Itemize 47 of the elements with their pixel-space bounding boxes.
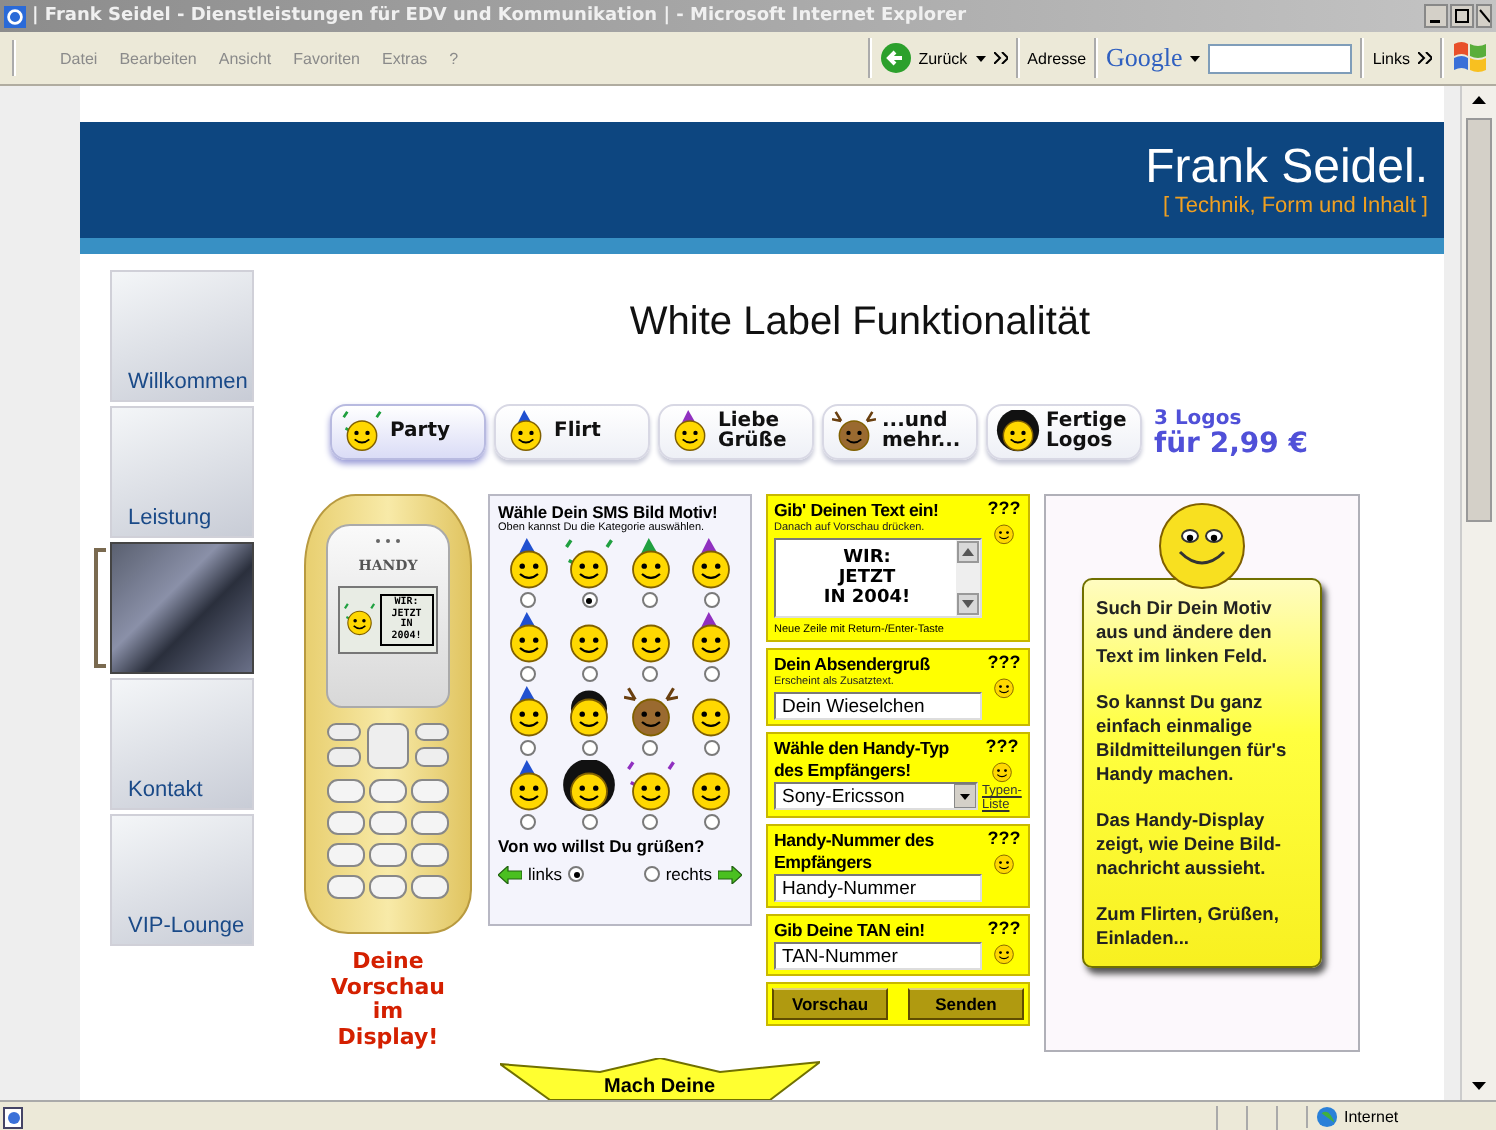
- nav-tile[interactable]: Leistung: [110, 406, 254, 538]
- site-tagline: [ Technik, Form und Inhalt ]: [1163, 194, 1428, 218]
- help-text[interactable]: ???: [987, 500, 1021, 518]
- offer-text: 3 Logos: [1154, 408, 1244, 430]
- direction-label: rechts: [665, 864, 712, 884]
- nav-tile[interactable]: VIP-Lounge: [110, 814, 254, 946]
- direction-question: Von wo willst Du grüßen?: [498, 836, 707, 856]
- section-title: Handy-Nummer des Empfängers: [774, 830, 936, 874]
- preview-caption: Deine Vorschau im Display!: [330, 950, 446, 1050]
- motif-title: Wähle Dein SMS Bild Motiv!: [498, 502, 720, 522]
- help-text[interactable]: ???: [987, 654, 1021, 672]
- section-title: Gib' Deinen Text ein!: [774, 500, 941, 522]
- help-text[interactable]: ???: [987, 920, 1021, 938]
- category-tab[interactable]: Liebe Grüße: [658, 404, 814, 460]
- window-title: | Frank Seidel - Dienstleistungen für EDV und Kommunikation | - Microsoft Internet Explorer: [32, 6, 969, 26]
- banner-text: Mach Deine: [604, 1076, 716, 1098]
- site-title: Frank Seidel.: [1145, 142, 1428, 194]
- nav-tile[interactable]: Willkommen: [110, 270, 254, 402]
- direction-label: links: [528, 864, 563, 884]
- text-field[interactable]: Handy-Nummer: [774, 874, 982, 902]
- back-button[interactable]: Zurück: [880, 42, 968, 74]
- offer-price: für 2,99 €: [1154, 432, 1308, 456]
- help-text[interactable]: ???: [987, 830, 1021, 848]
- dropdown-field[interactable]: Sony-Ericsson: [774, 782, 978, 810]
- info-paragraph: Zum Flirten, Grüßen, Einladen...: [1096, 902, 1281, 950]
- category-tab[interactable]: ...und mehr...: [822, 404, 978, 460]
- zone-label: Internet: [1344, 1108, 1399, 1126]
- form-button[interactable]: Senden: [908, 988, 1024, 1020]
- info-paragraph: Das Handy-Display zeigt, wie Deine Bild-nachricht aussieht.: [1096, 808, 1283, 880]
- category-tab[interactable]: Flirt: [494, 404, 650, 460]
- section-title: Gib Deine TAN ein!: [774, 920, 927, 942]
- page-heading: White Label Funktionalität: [629, 300, 1091, 344]
- links-label[interactable]: Links: [1372, 49, 1410, 67]
- category-tab[interactable]: Fertige Logos: [986, 404, 1142, 460]
- section-title: Wähle den Handy-Typ des Empfängers!: [774, 738, 951, 782]
- info-paragraph: Such Dir Dein Motiv aus und ändere den Text im linken Feld.: [1096, 596, 1274, 668]
- nav-tile[interactable]: Kontakt: [110, 678, 254, 810]
- address-label[interactable]: Adresse: [1027, 49, 1087, 67]
- info-paragraph: So kannst Du ganz einfach einmalige Bildmitteilungen für's Handy machen.: [1096, 690, 1289, 786]
- text-field[interactable]: Dein Wieselchen: [774, 692, 982, 720]
- form-button[interactable]: Vorschau: [772, 988, 888, 1020]
- search-logo[interactable]: Google: [1106, 42, 1183, 74]
- text-field[interactable]: TAN-Nummer: [774, 942, 982, 970]
- section-title: Dein Absendergruß: [774, 654, 932, 676]
- help-text[interactable]: ???: [985, 738, 1019, 756]
- category-tab[interactable]: Party: [330, 404, 486, 460]
- message-field[interactable]: WIR: JETZT IN 2004!: [774, 538, 982, 618]
